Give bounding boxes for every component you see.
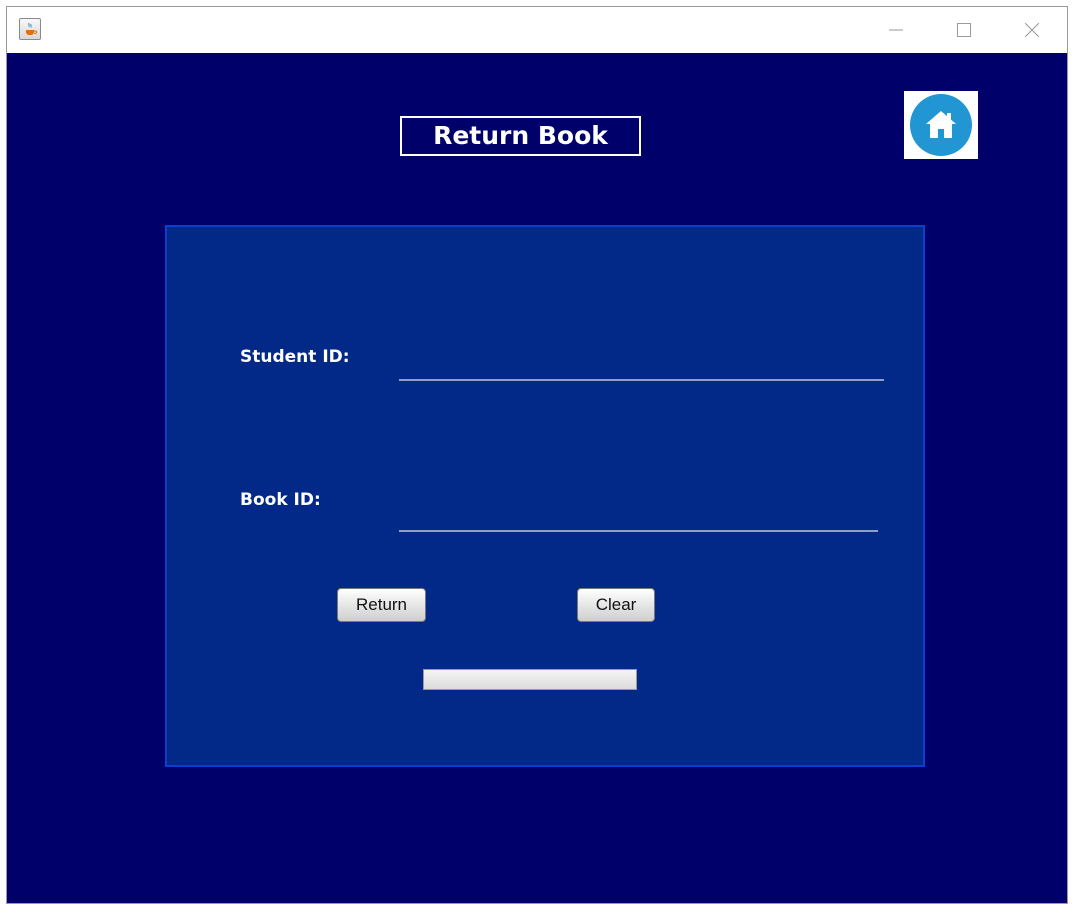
- close-icon[interactable]: [1009, 15, 1055, 45]
- home-icon: [910, 94, 972, 156]
- progress-bar: [423, 669, 637, 690]
- clear-button[interactable]: Clear: [577, 588, 655, 622]
- return-form-panel: Student ID: Book ID: Return Clear: [165, 225, 925, 767]
- app-window: Return Book Student ID: Book ID: Return …: [6, 6, 1068, 904]
- home-button[interactable]: [904, 91, 978, 159]
- book-id-label: Book ID:: [240, 490, 321, 510]
- content-area: Return Book Student ID: Book ID: Return …: [7, 53, 1067, 903]
- student-id-label: Student ID:: [240, 347, 350, 367]
- minimize-icon[interactable]: [873, 15, 919, 45]
- student-id-field[interactable]: [399, 347, 884, 381]
- title-bar[interactable]: [7, 7, 1067, 54]
- maximize-icon[interactable]: [941, 15, 987, 45]
- return-button[interactable]: Return: [337, 588, 426, 622]
- book-id-field[interactable]: [399, 498, 878, 532]
- java-cup-icon: [19, 18, 41, 40]
- page-title: Return Book: [400, 116, 641, 156]
